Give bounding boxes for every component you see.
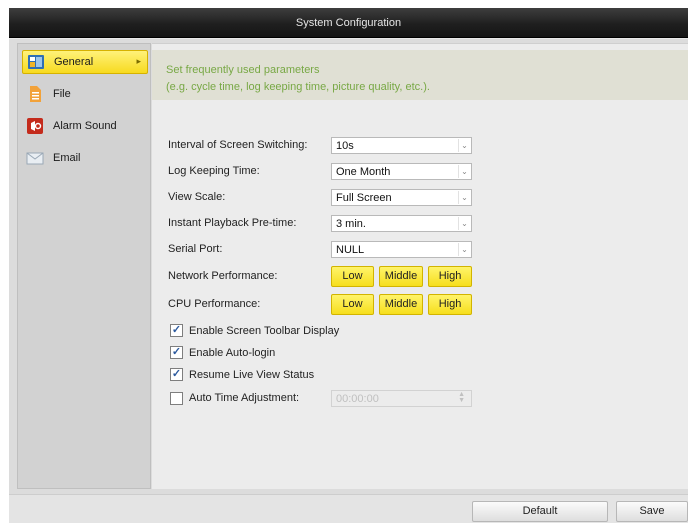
chevron-down-icon[interactable]: ⌄ [458, 139, 470, 152]
network-performance-label: Network Performance: [168, 270, 278, 282]
file-icon [26, 85, 44, 103]
cpu-high-button[interactable]: High [428, 294, 472, 315]
log-keeping-label: Log Keeping Time: [168, 165, 260, 177]
interval-label: Interval of Screen Switching: [168, 139, 308, 151]
auto-time-field: 00:00:00 ▲ ▼ [331, 390, 472, 407]
save-button[interactable]: Save [616, 501, 688, 522]
log-keeping-select[interactable]: One Month ⌄ [331, 163, 472, 180]
default-button[interactable]: Default [472, 501, 608, 522]
chevron-down-icon[interactable]: ⌄ [458, 243, 470, 256]
playback-pretime-select[interactable]: 3 min. ⌄ [331, 215, 472, 232]
system-configuration-window: System Configuration General ▸ File Alar… [9, 8, 688, 523]
sidebar-item-file[interactable]: File [22, 82, 148, 106]
general-settings-icon [27, 53, 45, 71]
interval-value: 10s [336, 140, 354, 152]
cpu-performance-label: CPU Performance: [168, 298, 261, 310]
network-high-button[interactable]: High [428, 266, 472, 287]
sidebar-item-label: Email [53, 152, 81, 164]
auto-time-adjustment-checkbox[interactable] [170, 392, 183, 405]
title-bar[interactable]: System Configuration [9, 8, 688, 38]
toolbar-display-label: Enable Screen Toolbar Display [189, 325, 340, 337]
resume-live-view-checkbox[interactable]: ✓ [170, 368, 183, 381]
cpu-low-button[interactable]: Low [331, 294, 374, 315]
auto-login-checkbox[interactable]: ✓ [170, 346, 183, 359]
time-spinner-icon: ▲ ▼ [458, 391, 465, 404]
view-scale-value: Full Screen [336, 192, 392, 204]
network-low-button[interactable]: Low [331, 266, 374, 287]
interval-select[interactable]: 10s ⌄ [331, 137, 472, 154]
chevron-down-icon[interactable]: ⌄ [458, 217, 470, 230]
general-settings-panel: Set frequently used parameters (e.g. cyc… [152, 43, 688, 489]
auto-time-value: 00:00:00 [336, 393, 379, 405]
auto-login-label: Enable Auto-login [189, 347, 276, 359]
email-icon [26, 149, 44, 167]
info-text-line1: Set frequently used parameters [166, 64, 320, 76]
window-body: General ▸ File Alarm Sound Email Set fre… [9, 39, 688, 494]
playback-pretime-value: 3 min. [336, 218, 366, 230]
playback-pretime-label: Instant Playback Pre-time: [168, 217, 297, 229]
info-banner: Set frequently used parameters (e.g. cyc… [152, 50, 688, 100]
cpu-middle-button[interactable]: Middle [379, 294, 423, 315]
sidebar-item-label: Alarm Sound [53, 120, 117, 132]
view-scale-label: View Scale: [168, 191, 226, 203]
network-middle-button[interactable]: Middle [379, 266, 423, 287]
resume-live-view-label: Resume Live View Status [189, 369, 315, 381]
alarm-sound-icon [26, 117, 44, 135]
serial-port-label: Serial Port: [168, 243, 223, 255]
toolbar-display-checkbox[interactable]: ✓ [170, 324, 183, 337]
sidebar-item-email[interactable]: Email [22, 146, 148, 170]
window-title: System Configuration [295, 17, 402, 29]
info-text-line2: (e.g. cycle time, log keeping time, pict… [166, 81, 430, 93]
chevron-down-icon[interactable]: ⌄ [458, 191, 470, 204]
auto-time-adjustment-label: Auto Time Adjustment: [189, 392, 300, 404]
log-keeping-value: One Month [336, 166, 391, 178]
sidebar-item-label: General [54, 56, 94, 68]
sidebar-item-general[interactable]: General ▸ [22, 50, 148, 74]
serial-port-value: NULL [336, 244, 365, 256]
footer-bar: Default Save [9, 494, 688, 523]
sidebar: General ▸ File Alarm Sound Email [17, 43, 151, 489]
sidebar-item-alarm-sound[interactable]: Alarm Sound [22, 114, 148, 138]
serial-port-select[interactable]: NULL ⌄ [331, 241, 472, 258]
sidebar-item-label: File [53, 88, 71, 100]
chevron-right-icon: ▸ [136, 56, 141, 66]
view-scale-select[interactable]: Full Screen ⌄ [331, 189, 472, 206]
chevron-down-icon[interactable]: ⌄ [458, 165, 470, 178]
